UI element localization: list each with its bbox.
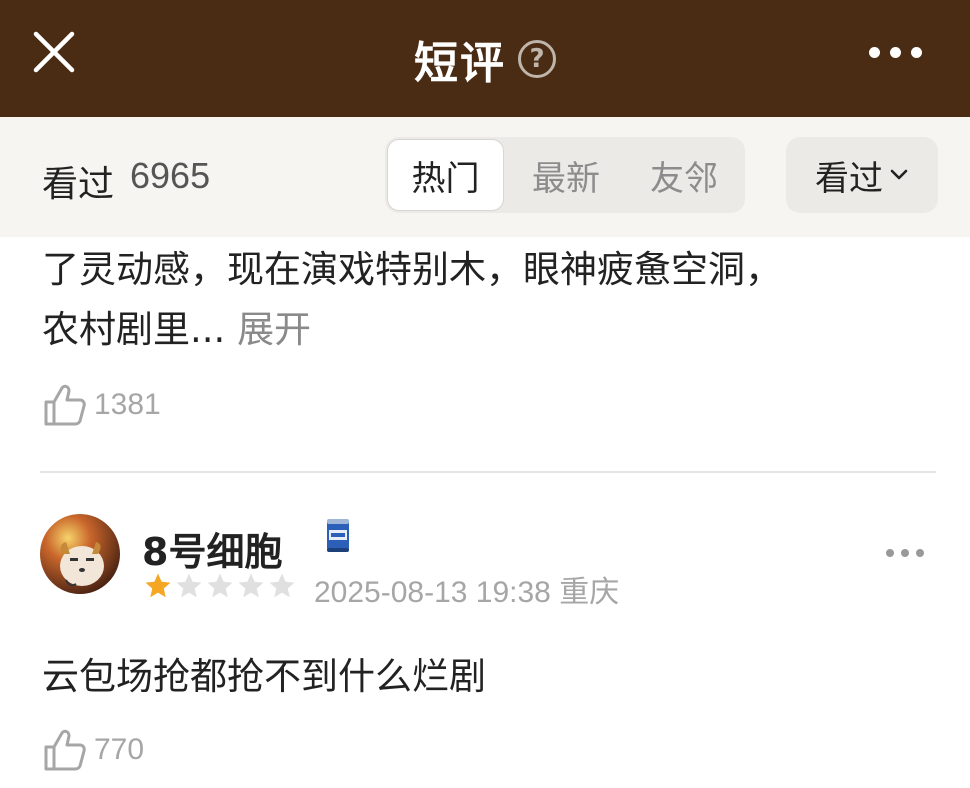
review-date: 2025-08-13 19:38 bbox=[314, 576, 551, 609]
divider bbox=[40, 471, 936, 473]
status-dropdown-label: 看过 bbox=[815, 158, 883, 199]
more-icon-dot bbox=[916, 549, 924, 557]
review-text: 了灵动感，现在演戏特别木，眼神疲惫空洞， 农村剧里... 展开 bbox=[42, 240, 942, 360]
username[interactable]: 8号细胞 bbox=[142, 521, 282, 576]
help-icon[interactable]: ? bbox=[518, 39, 556, 78]
review-more-button[interactable] bbox=[886, 549, 924, 557]
page-title: 短评 bbox=[414, 37, 506, 89]
more-icon-dot bbox=[901, 549, 909, 557]
more-icon-dot bbox=[890, 47, 901, 58]
more-icon-dot bbox=[886, 549, 894, 557]
tab-friends[interactable]: 友邻 bbox=[625, 137, 743, 213]
like-count: 1381 bbox=[94, 388, 161, 421]
star-empty-icon bbox=[207, 573, 233, 598]
like-button[interactable]: 770 bbox=[42, 727, 144, 773]
star-empty-icon bbox=[176, 573, 202, 598]
review-text-line-last: 农村剧里... 展开 bbox=[42, 300, 942, 360]
watched-label: 看过 bbox=[42, 164, 115, 205]
thumbs-up-icon bbox=[44, 729, 86, 771]
star-empty-icon bbox=[269, 573, 295, 598]
rating-stars bbox=[143, 571, 297, 601]
close-icon bbox=[33, 31, 75, 73]
status-dropdown[interactable]: 看过 bbox=[786, 137, 938, 213]
chevron-down-icon bbox=[890, 169, 908, 180]
like-button[interactable]: 1381 bbox=[42, 382, 161, 428]
more-icon-dot bbox=[869, 47, 880, 58]
review-list: 了灵动感，现在演戏特别木，眼神疲惫空洞， 农村剧里... 展开 1381 8号细… bbox=[0, 237, 970, 788]
tab-hot[interactable]: 热门 bbox=[387, 139, 504, 211]
watched-count: 6965 bbox=[130, 155, 211, 196]
top-bar: 短评 ? bbox=[0, 0, 970, 117]
filter-bar: 看过 6965 热门 最新 友邻 看过 bbox=[0, 117, 970, 237]
sort-tabs: 热门 最新 友邻 bbox=[385, 137, 745, 213]
avatar-image bbox=[40, 514, 120, 594]
avatar[interactable] bbox=[40, 514, 120, 594]
thumbs-up-icon bbox=[44, 384, 86, 426]
close-button[interactable] bbox=[28, 26, 80, 78]
review-text: 云包场抢都抢不到什么烂剧 bbox=[42, 655, 486, 698]
like-count: 770 bbox=[94, 733, 145, 766]
star-empty-icon bbox=[238, 573, 264, 598]
review-text-line: 了灵动感，现在演戏特别木，眼神疲惫空洞， bbox=[42, 248, 782, 291]
review-meta: 2025-08-13 19:38 重庆 bbox=[314, 567, 619, 611]
can-badge-icon bbox=[327, 519, 349, 552]
tab-latest[interactable]: 最新 bbox=[507, 137, 625, 213]
review-location: 重庆 bbox=[559, 576, 620, 609]
star-filled-icon bbox=[145, 573, 171, 598]
more-options-button[interactable] bbox=[869, 47, 922, 58]
expand-link[interactable]: 展开 bbox=[237, 308, 311, 351]
review-text-line: 农村剧里... bbox=[42, 308, 226, 351]
more-icon-dot bbox=[911, 47, 922, 58]
